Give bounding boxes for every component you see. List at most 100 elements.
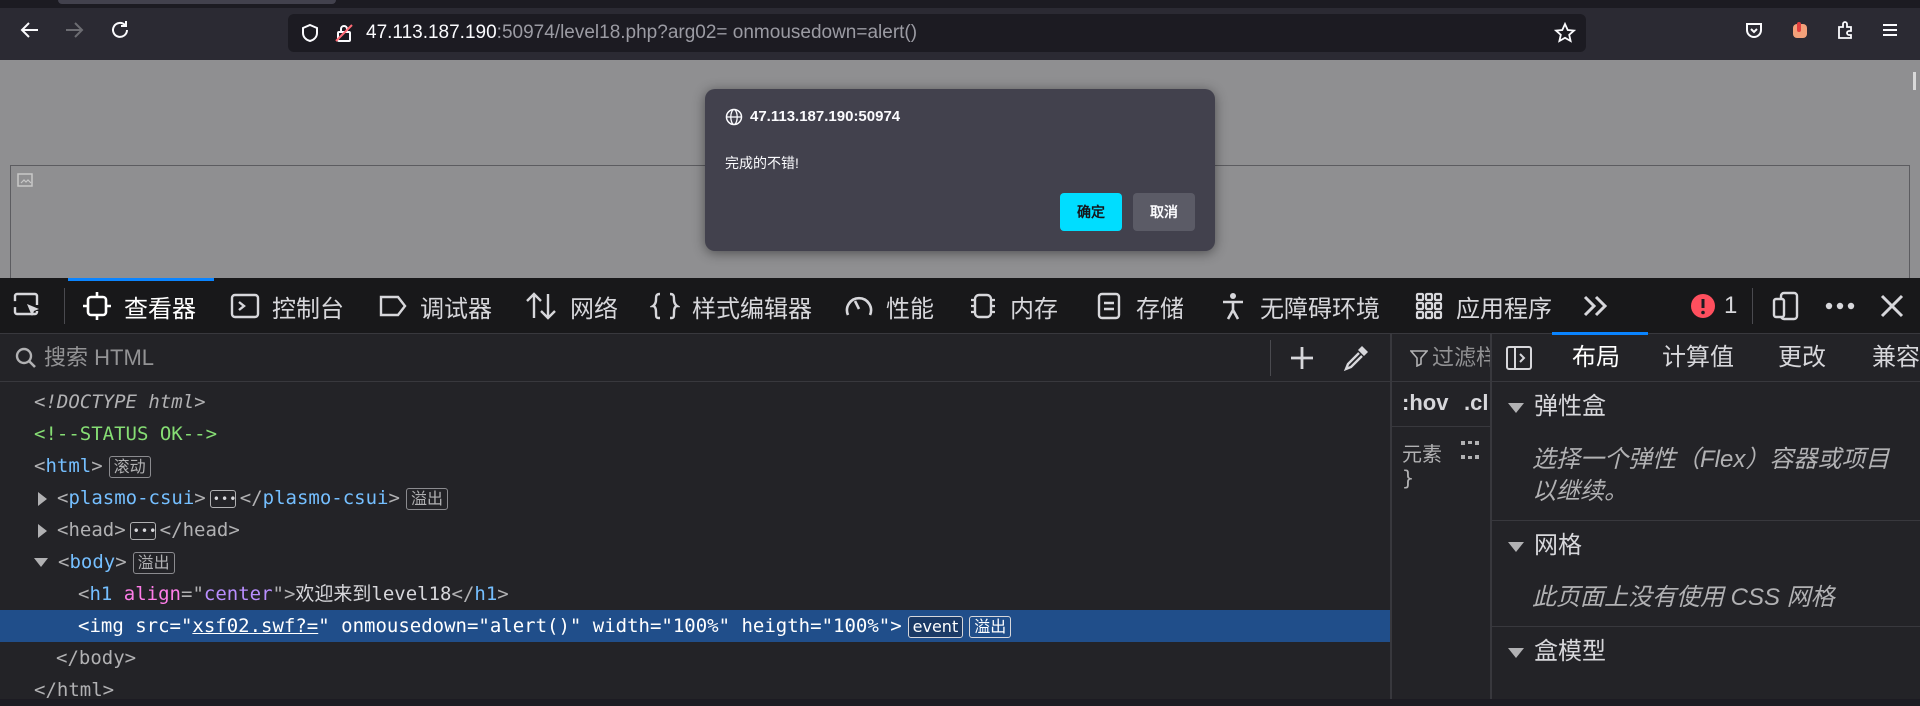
rules-divider <box>1392 426 1492 427</box>
back-button[interactable] <box>14 14 46 46</box>
more-tabs-button[interactable] <box>1580 290 1612 322</box>
console-icon <box>230 293 260 319</box>
insecure-lock-icon <box>335 24 353 42</box>
extensions-menu-button[interactable] <box>1830 14 1862 46</box>
dialog-origin: 47.113.187.190:50974 <box>750 108 901 125</box>
extension-hand-icon <box>1793 22 1807 38</box>
url-bar[interactable]: 47.113.187.190:50974/level18.php?arg02= … <box>288 14 1586 52</box>
grid-section-header[interactable]: 网格 <box>1492 520 1920 570</box>
tab-changes[interactable]: 更改 <box>1778 334 1826 382</box>
overflow-badge[interactable]: 溢出 <box>969 615 1012 638</box>
markup-line-html-close[interactable]: </html> <box>0 674 1390 706</box>
tab-performance[interactable]: 性能 <box>844 278 934 334</box>
box-model-section-header[interactable]: 盒模型 <box>1492 626 1920 676</box>
error-count[interactable]: 1 <box>1690 278 1737 334</box>
rules-filter-row: 过滤样 <box>1392 334 1492 382</box>
pocket-button[interactable] <box>1738 14 1770 46</box>
collapse-triangle-icon <box>1508 647 1524 658</box>
cancel-button[interactable]: 取消 <box>1133 193 1195 231</box>
markup-line-doctype[interactable]: <!DOCTYPE html> <box>0 386 1390 418</box>
event-badge[interactable]: event <box>907 615 964 638</box>
tab-network[interactable]: 网络 <box>524 278 618 334</box>
search-html-input[interactable]: 搜索 HTML <box>44 334 154 382</box>
browser-toolbar: 47.113.187.190:50974/level18.php?arg02= … <box>0 0 1920 60</box>
collapsed-content-icon[interactable] <box>129 515 157 547</box>
markup-line-body[interactable]: <body> 溢出 <box>0 546 1390 578</box>
eyedropper-icon <box>1343 346 1368 372</box>
tab-debugger[interactable]: 调试器 <box>378 278 492 334</box>
devtools-panel: 查看器 控制台 调试器 网络 样式编辑器 性能 内存 存储 无障碍环境 应用程序… <box>0 278 1920 701</box>
collapse-twisty-icon[interactable] <box>34 558 48 567</box>
search-row: 搜索 HTML <box>0 334 1390 382</box>
head-node: <head> <box>57 519 126 541</box>
page-scrollbar[interactable] <box>1913 72 1916 90</box>
tab-storage[interactable]: 存储 <box>1094 278 1184 334</box>
h1-close-tag-name: h1 <box>474 583 498 605</box>
responsive-design-button[interactable] <box>1770 290 1802 322</box>
markup-line-comment[interactable]: <!--STATUS OK--> <box>0 418 1390 450</box>
shield-icon <box>302 23 318 43</box>
tab-application[interactable]: 应用程序 <box>1414 278 1552 334</box>
extension-button[interactable] <box>1784 14 1816 46</box>
tab-memory-label: 内存 <box>1010 295 1058 323</box>
app-menu-button[interactable] <box>1874 14 1906 46</box>
markup-line-html[interactable]: <html> 滚动 <box>0 450 1390 482</box>
filter-icon <box>1410 350 1428 367</box>
element-picker-button[interactable] <box>12 290 44 322</box>
toolbar-separator <box>64 288 65 324</box>
doctype-node: <!DOCTYPE html> <box>34 391 206 413</box>
puzzle-icon <box>1838 21 1852 39</box>
tab-network-label: 网络 <box>570 295 618 323</box>
rules-pane: 过滤样 :hov .cl 元素 } <box>1390 334 1492 699</box>
box-model-title: 盒模型 <box>1534 638 1606 665</box>
tab-compatibility[interactable]: 兼容 <box>1872 334 1920 382</box>
hov-toggle[interactable]: :hov <box>1402 390 1448 416</box>
close-devtools-button[interactable] <box>1876 290 1908 322</box>
markup-line-head[interactable]: <head></head> <box>0 514 1390 547</box>
tab-style-editor[interactable]: 样式编辑器 <box>650 278 812 334</box>
error-icon <box>1691 294 1715 318</box>
markup-line-img-selected[interactable]: <img src="xsf02.swf?=" onmousedown="aler… <box>0 610 1390 642</box>
devtools-options-button[interactable] <box>1824 290 1856 322</box>
tab-layout[interactable]: 布局 <box>1572 334 1620 382</box>
expand-twisty-icon[interactable] <box>38 491 47 506</box>
ok-button[interactable]: 确定 <box>1060 193 1122 231</box>
double-chevron-right-icon <box>1583 295 1608 317</box>
tab-console-label: 控制台 <box>272 295 344 323</box>
bookmark-star-icon <box>1554 22 1576 43</box>
expand-twisty-icon[interactable] <box>38 523 47 538</box>
active-tab[interactable] <box>58 0 336 4</box>
add-node-icon <box>1291 347 1313 369</box>
rules-filter-input[interactable]: 过滤样 <box>1432 334 1490 382</box>
tab-memory[interactable]: 内存 <box>968 278 1058 334</box>
overflow-badge[interactable]: 溢出 <box>132 551 175 574</box>
h1-text: 欢迎来到level18 <box>295 583 452 605</box>
box-model-highlight-icon <box>1461 441 1479 459</box>
tab-inspector[interactable]: 查看器 <box>82 278 196 334</box>
reload-icon <box>112 21 128 38</box>
tab-accessibility-label: 无障碍环境 <box>1260 295 1380 323</box>
dialog-message: 完成的不错! <box>725 155 799 171</box>
img-node: <img src="xsf02.swf?=" onmousedown="aler… <box>78 615 902 637</box>
tab-computed[interactable]: 计算值 <box>1662 334 1734 382</box>
markup-line-body-close[interactable]: </body> <box>0 642 1390 674</box>
inspector-icon <box>83 292 111 320</box>
tab-console[interactable]: 控制台 <box>230 278 344 334</box>
collapsed-content-icon[interactable] <box>209 483 237 515</box>
markup-line-plasmo[interactable]: <plasmo-csui></plasmo-csui>溢出 <box>0 482 1390 515</box>
img-src-link[interactable]: xsf02.swf?= <box>192 615 318 637</box>
scroll-badge[interactable]: 滚动 <box>108 455 151 478</box>
body-node: <body> <box>58 551 127 573</box>
forward-button[interactable] <box>58 14 90 46</box>
overflow-badge[interactable]: 溢出 <box>405 487 448 510</box>
markup-view: 搜索 HTML <!DOCTYPE html> <!--STATUS OK-->… <box>0 334 1390 701</box>
rule-close-brace: } <box>1402 466 1415 490</box>
cls-toggle[interactable]: .cl <box>1464 390 1490 416</box>
html-node: <html> <box>34 455 103 477</box>
error-count-label: 1 <box>1724 292 1738 319</box>
reload-button[interactable] <box>104 14 136 46</box>
body-close-node: </body> <box>56 647 137 669</box>
markup-line-h1[interactable]: <h1 align="center">欢迎来到level18</h1> <box>0 578 1390 610</box>
tab-accessibility[interactable]: 无障碍环境 <box>1218 278 1380 334</box>
flexbox-section-header[interactable]: 弹性盒 <box>1492 382 1920 432</box>
